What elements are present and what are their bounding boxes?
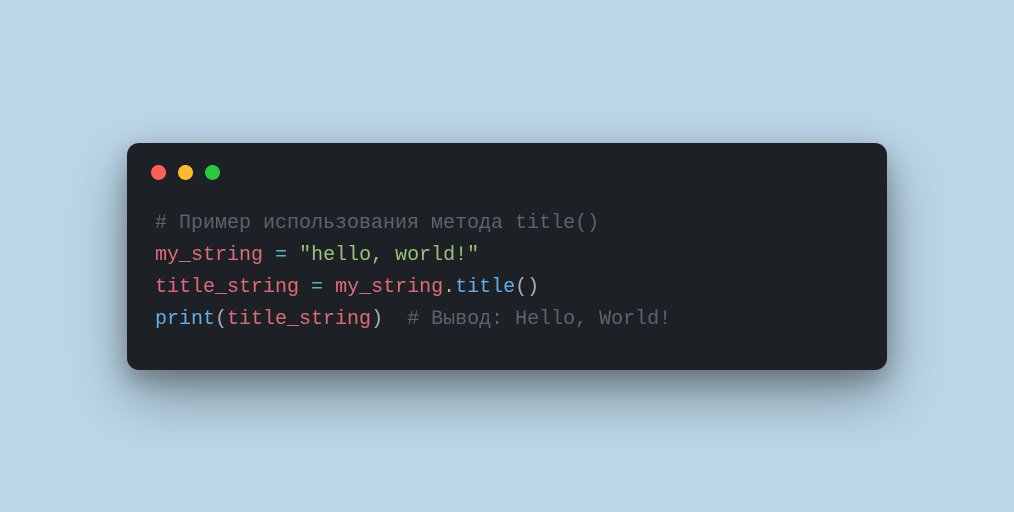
code-variable: my_string — [335, 276, 443, 299]
code-punct: . — [443, 276, 455, 299]
code-variable: title_string — [155, 276, 299, 299]
maximize-icon[interactable] — [205, 165, 220, 180]
code-punct: ) — [371, 308, 383, 331]
code-argument: title_string — [227, 308, 371, 331]
code-comment: # Пример использования метода title() — [155, 212, 599, 235]
code-punct: ( — [215, 308, 227, 331]
code-operator: = — [311, 276, 323, 299]
code-function: print — [155, 308, 215, 331]
code-space — [287, 244, 299, 267]
code-comment: # Вывод: Hello, World! — [407, 308, 671, 331]
code-punct: () — [515, 276, 539, 299]
code-method: title — [455, 276, 515, 299]
code-operator: = — [275, 244, 287, 267]
minimize-icon[interactable] — [178, 165, 193, 180]
code-window: # Пример использования метода title() my… — [127, 143, 887, 370]
code-variable: my_string — [155, 244, 263, 267]
code-space — [383, 308, 407, 331]
close-icon[interactable] — [151, 165, 166, 180]
window-titlebar — [127, 143, 887, 190]
code-string: "hello, world!" — [299, 244, 479, 267]
code-space — [299, 276, 311, 299]
code-space — [263, 244, 275, 267]
code-space — [323, 276, 335, 299]
code-block: # Пример использования метода title() my… — [127, 190, 887, 370]
